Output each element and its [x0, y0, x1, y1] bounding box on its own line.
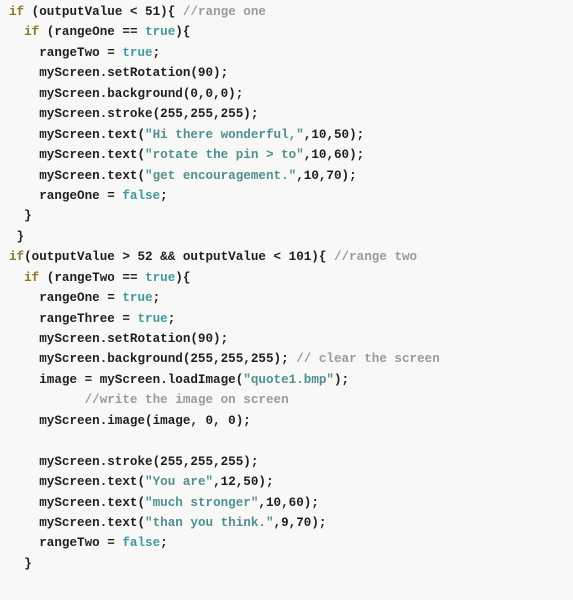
- code-line: myScreen.image(image, 0, 0);: [0, 411, 573, 431]
- code-listing[interactable]: if (outputValue < 51){ //range one if (r…: [0, 0, 573, 600]
- code-line: //write the image on screen: [0, 390, 573, 410]
- code-token-kw: if: [9, 250, 25, 265]
- code-token-plain: myScreen.image(image, 0, 0);: [9, 413, 251, 428]
- code-token-plain: ;: [167, 311, 176, 326]
- code-token-str: "much stronger": [145, 495, 259, 510]
- code-token-plain: myScreen.stroke(255,255,255);: [9, 107, 259, 122]
- code-line: myScreen.background(255,255,255); // cle…: [0, 349, 573, 369]
- code-token-plain: rangeThree =: [9, 311, 138, 326]
- code-token-const: true: [122, 291, 153, 306]
- code-token-const: true: [145, 270, 176, 285]
- code-token-plain: (rangeTwo ==: [39, 270, 146, 285]
- code-token-plain: myScreen.background(0,0,0);: [9, 86, 244, 101]
- code-token-plain: }: [9, 556, 32, 571]
- code-token-plain: myScreen.text(: [9, 148, 146, 163]
- code-token-plain: myScreen.text(: [9, 495, 146, 510]
- code-token-str: "rotate the pin > to": [145, 148, 304, 163]
- code-token-str: "You are": [145, 475, 214, 490]
- code-token-plain: ;: [160, 188, 168, 203]
- code-token-const: true: [137, 311, 168, 326]
- code-token-plain: }: [9, 229, 25, 244]
- code-token-plain: myScreen.setRotation(90);: [9, 66, 229, 81]
- code-line: myScreen.stroke(255,255,255);: [0, 452, 573, 472]
- code-line: myScreen.text("You are",12,50);: [0, 472, 573, 492]
- code-token-plain: ,10,60);: [303, 148, 365, 163]
- code-token-plain: (rangeOne ==: [39, 25, 146, 40]
- code-token-plain: ){: [175, 270, 191, 285]
- code-line: myScreen.setRotation(90);: [0, 63, 573, 83]
- code-token-plain: myScreen.text(: [9, 168, 146, 183]
- code-token-plain: (outputValue > 52 && outputValue < 101){: [24, 250, 334, 265]
- code-token-plain: rangeOne =: [9, 188, 123, 203]
- code-token-plain: ;: [152, 291, 161, 306]
- code-line: rangeTwo = true;: [0, 43, 573, 63]
- code-line: myScreen.text("get encouragement.",10,70…: [0, 166, 573, 186]
- code-token-kw: if: [24, 270, 40, 285]
- code-line: rangeOne = false;: [0, 186, 573, 206]
- code-token-plain: ){: [175, 25, 191, 40]
- code-line: }: [0, 206, 573, 226]
- code-line: rangeTwo = false;: [0, 533, 573, 553]
- code-token-cmt: //range one: [182, 5, 266, 19]
- code-line: myScreen.text("much stronger",10,60);: [0, 493, 573, 513]
- code-line: myScreen.text("Hi there wonderful,",10,5…: [0, 125, 573, 145]
- code-token-cmt: // clear the screen: [296, 352, 440, 367]
- code-token-plain: myScreen.text(: [9, 515, 146, 530]
- code-line: }: [0, 227, 573, 247]
- code-token-const: false: [122, 188, 161, 203]
- code-line: myScreen.background(0,0,0);: [0, 84, 573, 104]
- code-token-plain: }: [9, 209, 32, 224]
- code-token-plain: ,9,70);: [273, 515, 327, 530]
- code-token-plain: myScreen.text(: [9, 127, 146, 142]
- code-token-str: "quote1.bmp": [243, 372, 334, 387]
- code-token-const: true: [122, 45, 153, 60]
- code-line: image = myScreen.loadImage("quote1.bmp")…: [0, 370, 573, 390]
- code-token-str: "Hi there wonderful,": [145, 127, 304, 142]
- code-token-plain: myScreen.background(255,255,255);: [9, 352, 297, 367]
- code-line: if (rangeTwo == true){: [0, 268, 573, 288]
- code-token-plain: rangeOne =: [9, 291, 123, 306]
- code-token-plain: ;: [152, 45, 161, 60]
- code-line: myScreen.text("than you think.",9,70);: [0, 513, 573, 533]
- code-line: myScreen.stroke(255,255,255);: [0, 104, 573, 124]
- code-token-plain: myScreen.stroke(255,255,255);: [9, 454, 259, 469]
- code-token-str: "get encouragement.": [145, 168, 297, 183]
- code-listing-page: if (outputValue < 51){ //range one if (r…: [0, 0, 573, 600]
- code-token-plain: rangeTwo =: [9, 536, 123, 551]
- code-line: if (outputValue < 51){ //range one: [0, 2, 573, 22]
- code-token-plain: ,10,60);: [258, 495, 319, 510]
- code-token-plain: (outputValue < 51){: [24, 5, 183, 19]
- code-token-cmt: //range two: [333, 250, 418, 265]
- code-token-plain: rangeTwo =: [9, 45, 123, 60]
- code-token-str: "than you think.": [145, 515, 274, 530]
- code-line: if (rangeOne == true){: [0, 22, 573, 42]
- code-token-const: false: [122, 536, 161, 551]
- code-token-plain: ,10,70);: [296, 168, 357, 183]
- code-line: if(outputValue > 52 && outputValue < 101…: [0, 247, 573, 267]
- code-token-plain: ;: [160, 536, 168, 551]
- code-token-plain: ,10,50);: [303, 127, 365, 142]
- code-line: }: [0, 554, 573, 574]
- code-token-plain: );: [334, 372, 350, 387]
- code-token-plain: myScreen.text(: [9, 475, 146, 490]
- code-token-kw: if: [9, 5, 25, 19]
- code-line: myScreen.text("rotate the pin > to",10,6…: [0, 145, 573, 165]
- code-line: rangeOne = true;: [0, 288, 573, 308]
- code-token-plain: image = myScreen.loadImage(: [9, 372, 244, 387]
- code-line: rangeThree = true;: [0, 309, 573, 329]
- code-token-const: true: [145, 25, 176, 40]
- code-token-kw: if: [24, 25, 40, 40]
- code-token-plain: myScreen.setRotation(90);: [9, 332, 229, 346]
- code-line: myScreen.setRotation(90);: [0, 329, 573, 349]
- code-token-cmt: //write the image on screen: [84, 393, 289, 408]
- code-token-plain: ,12,50);: [213, 475, 274, 490]
